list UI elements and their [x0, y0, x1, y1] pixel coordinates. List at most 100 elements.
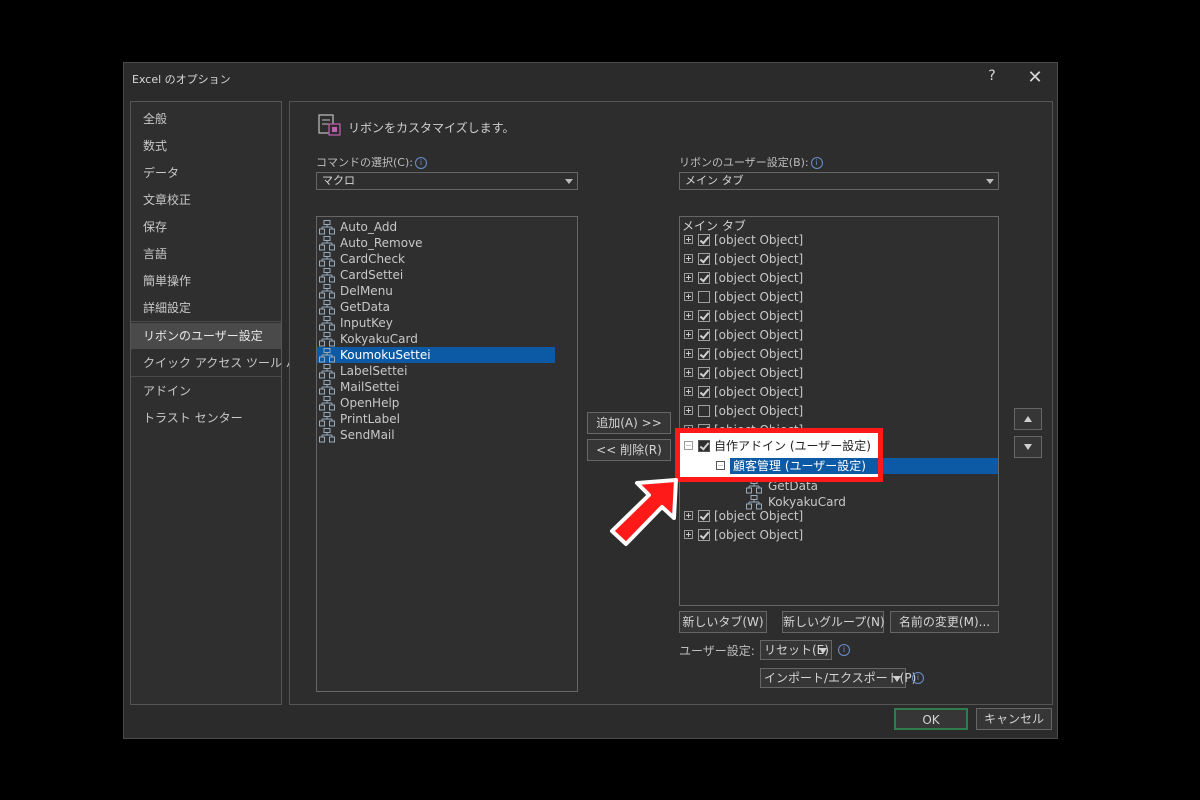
command-item[interactable]: GetData [317, 299, 575, 315]
move-up-button[interactable] [1014, 408, 1042, 430]
tree-item[interactable]: [object Object] [680, 288, 996, 306]
tab-checkbox[interactable] [698, 348, 710, 360]
nav-item-formulas[interactable]: 数式 [131, 133, 281, 159]
macro-icon [319, 364, 335, 379]
nav-item-advanced[interactable]: 詳細設定 [131, 295, 281, 321]
command-label: SendMail [340, 428, 395, 442]
move-down-button[interactable] [1014, 436, 1042, 458]
expand-icon[interactable] [684, 235, 693, 244]
rename-button[interactable]: 名前の変更(M)... [890, 611, 999, 633]
cancel-button[interactable]: キャンセル [976, 708, 1052, 730]
triangle-down-icon [893, 676, 901, 682]
new-tab-button[interactable]: 新しいタブ(W) [679, 611, 767, 633]
expand-icon[interactable] [684, 387, 693, 396]
command-item[interactable]: Auto_Add [317, 219, 575, 235]
tab-checkbox[interactable] [698, 329, 710, 341]
tab-checkbox[interactable] [698, 529, 710, 541]
ribbon-tabs-select[interactable]: メイン タブ [679, 172, 999, 190]
tree-item[interactable]: [object Object] [680, 402, 996, 420]
macro-icon [319, 396, 335, 411]
choose-commands-select[interactable]: マクロ [316, 172, 578, 190]
ok-button[interactable]: OK [894, 708, 968, 730]
command-item[interactable]: SendMail [317, 427, 575, 443]
tree-item[interactable]: [object Object] [680, 269, 996, 287]
tab-checkbox[interactable] [698, 310, 710, 322]
tree-item[interactable]: [object Object] [680, 364, 996, 382]
expand-icon[interactable] [684, 273, 693, 282]
command-item[interactable]: KokyakuCard [317, 331, 575, 347]
command-item[interactable]: InputKey [317, 315, 575, 331]
tree-item[interactable]: [object Object] [680, 345, 996, 363]
selection-bar [866, 458, 998, 474]
info-icon: i [912, 672, 924, 684]
expand-icon[interactable] [684, 368, 693, 377]
command-label: OpenHelp [340, 396, 400, 410]
macro-icon [319, 412, 335, 427]
remove-button[interactable]: << 削除(R) [587, 439, 671, 461]
new-group-button[interactable]: 新しいグループ(N) [782, 611, 885, 633]
tab-checkbox[interactable] [698, 291, 710, 303]
tree-item[interactable]: [object Object] [680, 507, 996, 525]
close-button[interactable]: ✕ [1024, 67, 1046, 89]
nav-item-accessibility[interactable]: 簡単操作 [131, 268, 281, 294]
customize-ribbon-icon [318, 114, 341, 136]
commands-list[interactable]: Auto_Add Auto_Remove CardCheck CardSettei De… [316, 216, 578, 692]
help-button[interactable]: ? [982, 68, 1002, 88]
tab-checkbox[interactable] [698, 253, 710, 265]
triangle-up-icon [1024, 416, 1032, 422]
expand-icon[interactable] [684, 292, 693, 301]
expand-icon[interactable] [684, 406, 693, 415]
nav-item-language[interactable]: 言語 [131, 241, 281, 267]
import-export-dropdown[interactable]: インポート/エクスポート(P) [760, 668, 916, 688]
tab-checkbox[interactable] [698, 367, 710, 379]
macro-icon [319, 220, 335, 235]
tab-checkbox[interactable] [698, 510, 710, 522]
tree-item[interactable]: [object Object] [680, 231, 996, 249]
info-icon: i [414, 157, 427, 169]
command-item[interactable]: MailSettei [317, 379, 575, 395]
nav-item-data[interactable]: データ [131, 160, 281, 186]
reset-dropdown[interactable]: リセット(E) [760, 640, 832, 660]
expand-icon[interactable] [684, 254, 693, 263]
dialog-title: Excel のオプション [132, 73, 231, 86]
tab-checkbox[interactable] [698, 405, 710, 417]
tree-item[interactable]: [object Object] [680, 250, 996, 268]
red-highlight-frame [675, 428, 883, 482]
expand-icon[interactable] [684, 530, 693, 539]
tree-item[interactable]: [object Object] [680, 307, 996, 325]
command-item[interactable]: OpenHelp [317, 395, 575, 411]
expand-icon[interactable] [684, 311, 693, 320]
expand-icon[interactable] [684, 349, 693, 358]
tree-item[interactable]: [object Object] [680, 526, 996, 544]
command-item[interactable]: CardSettei [317, 267, 575, 283]
command-item[interactable]: KoumokuSettei [317, 347, 555, 363]
options-nav: 全般 数式 データ 文章校正 保存 言語 簡単操作 詳細設定 リボンのユーザー設… [130, 101, 310, 705]
nav-item-trust-center[interactable]: トラスト センター [131, 405, 281, 431]
red-arrow-icon [610, 478, 678, 546]
nav-item-addins[interactable]: アドイン [131, 378, 281, 404]
nav-item-customize-ribbon[interactable]: リボンのユーザー設定 [131, 323, 281, 349]
choose-commands-label: コマンドの選択(C): i [316, 154, 427, 170]
command-item[interactable]: DelMenu [317, 283, 575, 299]
nav-item-save[interactable]: 保存 [131, 214, 281, 240]
expand-icon[interactable] [684, 330, 693, 339]
command-item[interactable]: CardCheck [317, 251, 575, 267]
nav-item-quick-access-toolbar[interactable]: クイック アクセス ツール バー [131, 350, 310, 376]
nav-item-general[interactable]: 全般 [131, 106, 281, 132]
macro-icon [319, 284, 335, 299]
tab-checkbox[interactable] [698, 386, 710, 398]
tree-item[interactable]: [object Object] [680, 383, 996, 401]
command-item[interactable]: PrintLabel [317, 411, 575, 427]
ribbon-tree[interactable]: メイン タブ [object Object] [object Object] [ob… [679, 216, 999, 606]
excel-options-dialog: Excel のオプション ? ✕ 全般 数式 データ 文章校正 保存 言語 簡単… [123, 62, 1058, 739]
command-item[interactable]: Auto_Remove [317, 235, 575, 251]
info-icon: i [838, 644, 850, 656]
expand-icon[interactable] [684, 511, 693, 520]
tab-checkbox[interactable] [698, 234, 710, 246]
command-label: CardSettei [340, 268, 404, 282]
tab-checkbox[interactable] [698, 272, 710, 284]
tree-item[interactable]: [object Object] [680, 326, 996, 344]
add-button[interactable]: 追加(A) >> [587, 412, 671, 434]
command-item[interactable]: LabelSettei [317, 363, 575, 379]
nav-item-proofing[interactable]: 文章校正 [131, 187, 281, 213]
